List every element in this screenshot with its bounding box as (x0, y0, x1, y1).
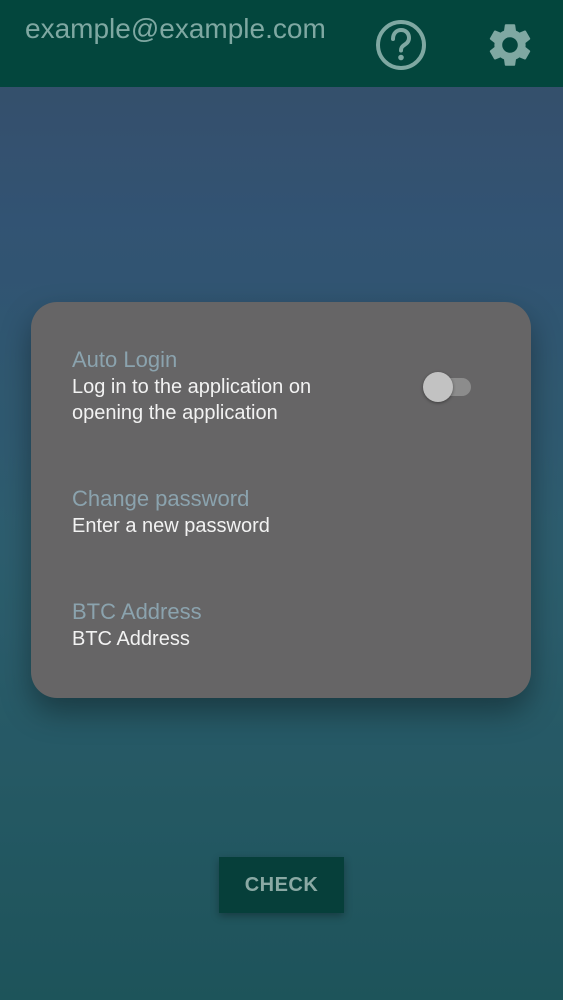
auto-login-summary: Log in to the application on opening the… (72, 376, 312, 424)
help-button[interactable] (374, 18, 428, 72)
change-password-title: Change password (72, 486, 250, 511)
check-button[interactable]: CHECK (219, 857, 344, 913)
settings-button[interactable] (483, 18, 537, 72)
app-screen: example@example.com Auto Login Log in to… (0, 0, 563, 1000)
help-circle-icon (376, 20, 426, 70)
settings-dialog: Auto Login Log in to the application on … (31, 302, 531, 698)
top-bar: example@example.com (0, 0, 563, 87)
gear-icon (489, 24, 531, 66)
account-email: example@example.com (25, 13, 326, 44)
btc-address-title: BTC Address (72, 599, 202, 624)
change-password-summary: Enter a new password (72, 515, 270, 537)
btc-address-summary: BTC Address (72, 628, 190, 650)
btc-address-preference[interactable]: BTC Address BTC Address (72, 598, 452, 652)
change-password-preference[interactable]: Change password Enter a new password (72, 485, 452, 539)
auto-login-title: Auto Login (72, 347, 178, 372)
auto-login-toggle[interactable] (423, 372, 475, 402)
auto-login-preference[interactable]: Auto Login Log in to the application on … (72, 346, 372, 426)
toggle-thumb (423, 372, 453, 402)
